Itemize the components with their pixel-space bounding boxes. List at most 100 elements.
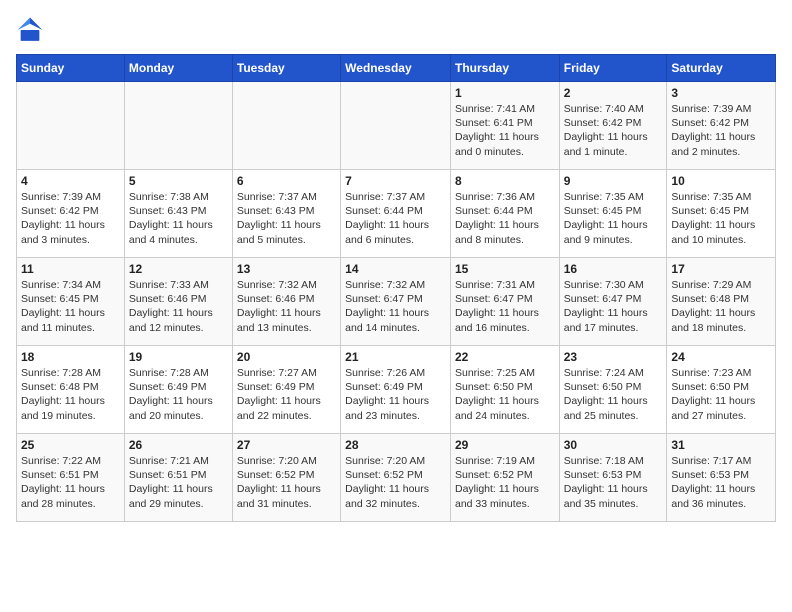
day-number: 22 [455,350,555,364]
day-number: 14 [345,262,446,276]
weekday-header-tuesday: Tuesday [232,55,340,82]
day-info: Sunrise: 7:28 AM Sunset: 6:49 PM Dayligh… [129,366,228,423]
day-number: 17 [671,262,771,276]
calendar-day-cell: 16 Sunrise: 7:30 AM Sunset: 6:47 PM Dayli… [559,258,667,346]
day-info: Sunrise: 7:20 AM Sunset: 6:52 PM Dayligh… [345,454,446,511]
day-number: 3 [671,86,771,100]
calendar-day-cell: 11Sunrise: 7:34 AM Sunset: 6:45 PM Dayli… [17,258,125,346]
calendar-day-cell: 21 Sunrise: 7:26 AM Sunset: 6:49 PM Dayli… [341,346,451,434]
calendar-day-cell [341,82,451,170]
calendar-day-cell: 4 Sunrise: 7:39 AM Sunset: 6:42 PM Daylig… [17,170,125,258]
calendar-day-cell: 7 Sunrise: 7:37 AM Sunset: 6:44 PM Daylig… [341,170,451,258]
calendar-day-cell [17,82,125,170]
day-number: 2 [564,86,663,100]
day-info: Sunrise: 7:28 AM Sunset: 6:48 PM Dayligh… [21,366,120,423]
day-info: Sunrise: 7:23 AM Sunset: 6:50 PM Dayligh… [671,366,771,423]
weekday-header-sunday: Sunday [17,55,125,82]
calendar-day-cell: 22Sunrise: 7:25 AM Sunset: 6:50 PM Dayli… [450,346,559,434]
day-info: Sunrise: 7:17 AM Sunset: 6:53 PM Dayligh… [671,454,771,511]
calendar-week-row: 1 Sunrise: 7:41 AM Sunset: 6:41 PM Daylig… [17,82,776,170]
calendar-day-cell [124,82,232,170]
day-info: Sunrise: 7:38 AM Sunset: 6:43 PM Dayligh… [129,190,228,247]
day-number: 15 [455,262,555,276]
calendar-day-cell: 24 Sunrise: 7:23 AM Sunset: 6:50 PM Dayli… [667,346,776,434]
day-info: Sunrise: 7:41 AM Sunset: 6:41 PM Dayligh… [455,102,555,159]
calendar-day-cell [232,82,340,170]
day-info: Sunrise: 7:39 AM Sunset: 6:42 PM Dayligh… [671,102,771,159]
weekday-header-wednesday: Wednesday [341,55,451,82]
day-number: 28 [345,438,446,452]
calendar-day-cell: 12 Sunrise: 7:33 AM Sunset: 6:46 PM Dayli… [124,258,232,346]
calendar-day-cell: 28 Sunrise: 7:20 AM Sunset: 6:52 PM Dayli… [341,434,451,522]
page-header [16,16,776,44]
logo [16,16,48,44]
day-number: 13 [237,262,336,276]
calendar-day-cell: 10 Sunrise: 7:35 AM Sunset: 6:45 PM Dayli… [667,170,776,258]
calendar-day-cell: 1 Sunrise: 7:41 AM Sunset: 6:41 PM Daylig… [450,82,559,170]
calendar-day-cell: 15Sunrise: 7:31 AM Sunset: 6:47 PM Dayli… [450,258,559,346]
day-number: 24 [671,350,771,364]
calendar-day-cell: 5 Sunrise: 7:38 AM Sunset: 6:43 PM Daylig… [124,170,232,258]
day-info: Sunrise: 7:40 AM Sunset: 6:42 PM Dayligh… [564,102,663,159]
day-number: 8 [455,174,555,188]
day-info: Sunrise: 7:18 AM Sunset: 6:53 PM Dayligh… [564,454,663,511]
logo-icon [16,16,44,44]
day-info: Sunrise: 7:24 AM Sunset: 6:50 PM Dayligh… [564,366,663,423]
day-info: Sunrise: 7:36 AM Sunset: 6:44 PM Dayligh… [455,190,555,247]
day-number: 1 [455,86,555,100]
weekday-header-monday: Monday [124,55,232,82]
calendar-day-cell: 26 Sunrise: 7:21 AM Sunset: 6:51 PM Dayli… [124,434,232,522]
day-number: 4 [21,174,120,188]
calendar-day-cell: 23 Sunrise: 7:24 AM Sunset: 6:50 PM Dayli… [559,346,667,434]
calendar-day-cell: 6 Sunrise: 7:37 AM Sunset: 6:43 PM Daylig… [232,170,340,258]
day-info: Sunrise: 7:37 AM Sunset: 6:44 PM Dayligh… [345,190,446,247]
calendar-day-cell: 19 Sunrise: 7:28 AM Sunset: 6:49 PM Dayli… [124,346,232,434]
weekday-header-friday: Friday [559,55,667,82]
day-info: Sunrise: 7:27 AM Sunset: 6:49 PM Dayligh… [237,366,336,423]
calendar-day-cell: 25Sunrise: 7:22 AM Sunset: 6:51 PM Dayli… [17,434,125,522]
day-number: 12 [129,262,228,276]
day-info: Sunrise: 7:32 AM Sunset: 6:47 PM Dayligh… [345,278,446,335]
day-number: 6 [237,174,336,188]
day-number: 5 [129,174,228,188]
day-info: Sunrise: 7:22 AM Sunset: 6:51 PM Dayligh… [21,454,120,511]
day-info: Sunrise: 7:26 AM Sunset: 6:49 PM Dayligh… [345,366,446,423]
day-number: 21 [345,350,446,364]
day-number: 18 [21,350,120,364]
weekday-header-saturday: Saturday [667,55,776,82]
day-number: 29 [455,438,555,452]
day-info: Sunrise: 7:34 AM Sunset: 6:45 PM Dayligh… [21,278,120,335]
day-number: 9 [564,174,663,188]
calendar-day-cell: 18 Sunrise: 7:28 AM Sunset: 6:48 PM Dayli… [17,346,125,434]
calendar-day-cell: 14 Sunrise: 7:32 AM Sunset: 6:47 PM Dayli… [341,258,451,346]
day-number: 26 [129,438,228,452]
calendar-table: SundayMondayTuesdayWednesdayThursdayFrid… [16,54,776,522]
calendar-day-cell: 3 Sunrise: 7:39 AM Sunset: 6:42 PM Daylig… [667,82,776,170]
day-number: 20 [237,350,336,364]
day-number: 16 [564,262,663,276]
calendar-week-row: 4 Sunrise: 7:39 AM Sunset: 6:42 PM Daylig… [17,170,776,258]
calendar-day-cell: 8 Sunrise: 7:36 AM Sunset: 6:44 PM Daylig… [450,170,559,258]
day-number: 31 [671,438,771,452]
day-info: Sunrise: 7:29 AM Sunset: 6:48 PM Dayligh… [671,278,771,335]
day-info: Sunrise: 7:32 AM Sunset: 6:46 PM Dayligh… [237,278,336,335]
day-info: Sunrise: 7:30 AM Sunset: 6:47 PM Dayligh… [564,278,663,335]
calendar-day-cell: 31 Sunrise: 7:17 AM Sunset: 6:53 PM Dayli… [667,434,776,522]
day-number: 27 [237,438,336,452]
calendar-day-cell: 9Sunrise: 7:35 AM Sunset: 6:45 PM Daylig… [559,170,667,258]
day-info: Sunrise: 7:37 AM Sunset: 6:43 PM Dayligh… [237,190,336,247]
calendar-day-cell: 30 Sunrise: 7:18 AM Sunset: 6:53 PM Dayli… [559,434,667,522]
day-info: Sunrise: 7:19 AM Sunset: 6:52 PM Dayligh… [455,454,555,511]
calendar-week-row: 18 Sunrise: 7:28 AM Sunset: 6:48 PM Dayli… [17,346,776,434]
calendar-week-row: 25Sunrise: 7:22 AM Sunset: 6:51 PM Dayli… [17,434,776,522]
day-info: Sunrise: 7:39 AM Sunset: 6:42 PM Dayligh… [21,190,120,247]
day-info: Sunrise: 7:21 AM Sunset: 6:51 PM Dayligh… [129,454,228,511]
day-number: 30 [564,438,663,452]
day-number: 7 [345,174,446,188]
calendar-day-cell: 17 Sunrise: 7:29 AM Sunset: 6:48 PM Dayli… [667,258,776,346]
day-number: 10 [671,174,771,188]
day-info: Sunrise: 7:33 AM Sunset: 6:46 PM Dayligh… [129,278,228,335]
day-number: 23 [564,350,663,364]
day-number: 19 [129,350,228,364]
day-info: Sunrise: 7:35 AM Sunset: 6:45 PM Dayligh… [671,190,771,247]
